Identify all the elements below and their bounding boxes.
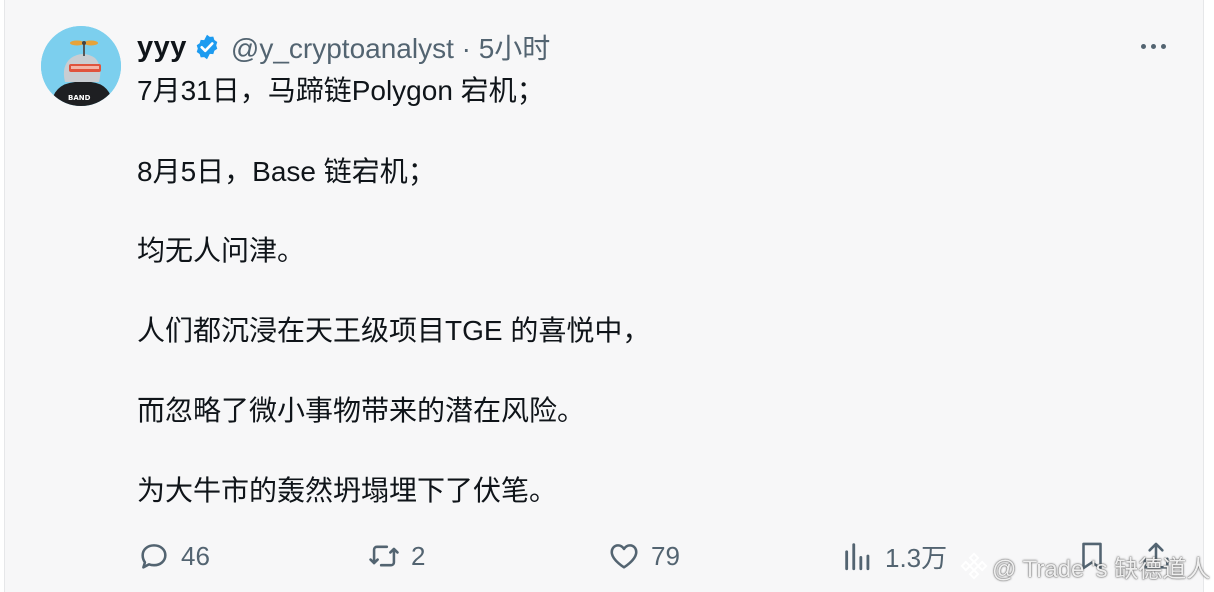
watermark-text: @ Trade 's 缺德道人	[992, 555, 1211, 583]
like-count: 79	[651, 540, 680, 571]
tweet-card[interactable]: BAND yyy @y_cryptoanalyst · 5小时 7月31日，马蹄…	[4, 0, 1210, 592]
tweet-text-line-4: 人们都沉浸在天王级项目TGE 的喜悦中，	[137, 315, 651, 346]
more-options-icon[interactable]	[1137, 34, 1171, 58]
like-button[interactable]: 79	[607, 536, 680, 576]
avatar[interactable]: BAND	[41, 26, 121, 106]
like-icon	[610, 544, 638, 569]
views-icon	[845, 543, 870, 571]
avatar-illustration: BAND	[41, 26, 121, 106]
binance-logo-icon	[960, 552, 988, 580]
views-button[interactable]: 1.3万	[841, 536, 947, 576]
tweet-text-line-5: 而忽略了微小事物带来的潜在风险。	[137, 395, 586, 426]
author-name[interactable]: yyy	[137, 31, 187, 64]
reply-count: 46	[181, 540, 210, 571]
views-count: 1.3万	[885, 542, 948, 573]
avatar-shirt-text: BAND	[68, 94, 91, 102]
tweet-text-line-6: 为大牛市的轰然坍塌埋下了伏笔。	[137, 475, 558, 506]
tweet-header: yyy @y_cryptoanalyst · 5小时	[137, 28, 550, 66]
watermark: @ Trade 's 缺德道人	[960, 548, 1210, 584]
reply-button[interactable]: 46	[137, 536, 210, 576]
tweet-text-line-1: 7月31日，马蹄链Polygon 宕机；	[137, 75, 545, 106]
retweet-icon	[369, 545, 399, 567]
tweet-text-line-2: 8月5日，Base 链宕机；	[137, 156, 436, 187]
author-handle-time[interactable]: @y_cryptoanalyst · 5小时	[231, 27, 550, 67]
retweet-count: 2	[411, 540, 426, 571]
reply-icon	[141, 544, 167, 569]
tweet-text-line-3: 均无人问津。	[137, 235, 306, 266]
verified-badge-icon	[196, 34, 218, 60]
retweet-button[interactable]: 2	[367, 536, 425, 576]
